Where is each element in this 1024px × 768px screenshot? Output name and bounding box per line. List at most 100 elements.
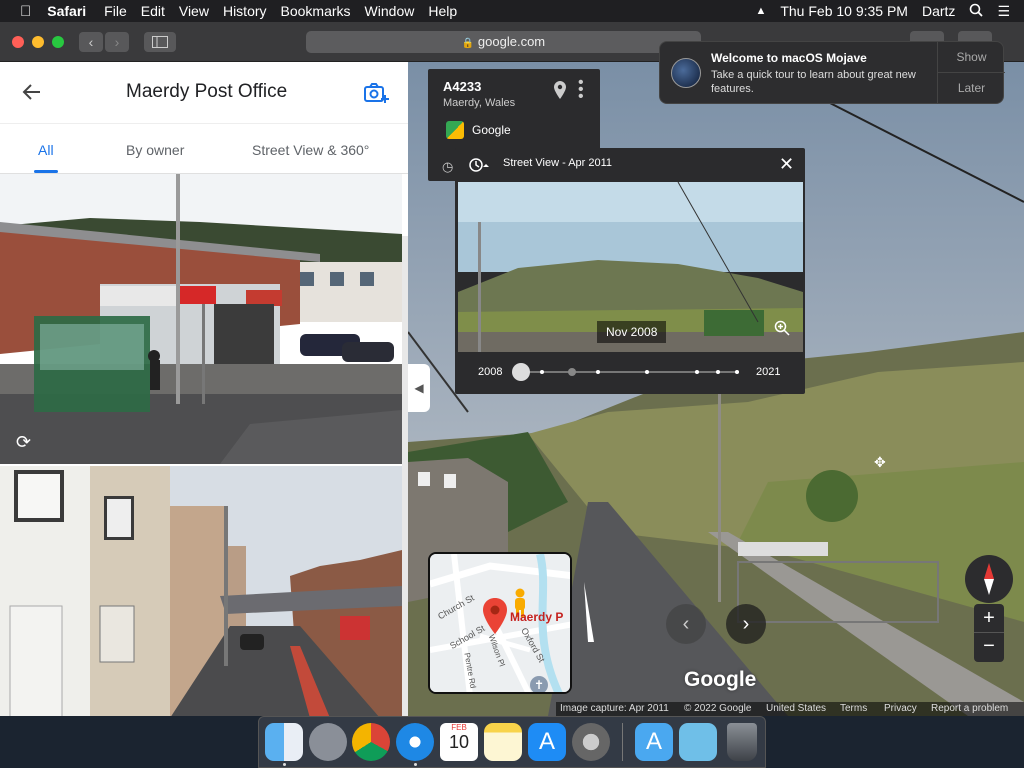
calendar-icon[interactable]: FEB 10 — [440, 723, 478, 761]
timeline-dot[interactable] — [695, 370, 699, 374]
previous-arrow-button[interactable]: ‹ — [666, 604, 706, 644]
downloads-folder-icon[interactable] — [679, 723, 717, 761]
google-logo: Google — [684, 668, 757, 691]
map-pin-icon — [482, 598, 508, 639]
launchpad-icon[interactable] — [309, 723, 347, 761]
zoom-preview-icon[interactable] — [774, 320, 790, 341]
timeline-slider-handle[interactable] — [512, 363, 530, 381]
eject-icon[interactable]: ▲ — [755, 5, 766, 17]
street-view-history-panel: Street View - Apr 2011 ✕ Nov 2008 2008 2… — [455, 148, 805, 394]
url-text: google.com — [477, 34, 546, 49]
menu-user[interactable]: Dartz — [922, 3, 955, 19]
report-problem-link[interactable]: Report a problem — [931, 703, 1008, 714]
lock-icon: 🔒 — [461, 38, 475, 49]
zoom-out-button[interactable]: − — [974, 633, 1004, 662]
menu-clock[interactable]: Thu Feb 10 9:35 PM — [780, 3, 908, 19]
menu-app-name[interactable]: Safari — [47, 3, 86, 19]
copyright-text: © 2022 Google — [684, 703, 752, 714]
applications-folder-icon[interactable]: A — [635, 723, 673, 761]
mojave-icon — [671, 58, 701, 88]
history-clock-icon[interactable] — [469, 158, 489, 177]
menu-history[interactable]: History — [223, 3, 267, 19]
active-tab-indicator — [34, 170, 58, 173]
timeline-dot[interactable] — [735, 370, 739, 374]
notes-icon[interactable] — [484, 723, 522, 761]
source-label: Google — [472, 123, 511, 137]
menu-bookmarks[interactable]: Bookmarks — [281, 3, 351, 19]
safari-icon[interactable] — [396, 723, 434, 761]
timeline-dot[interactable] — [716, 370, 720, 374]
preview-date-label: Nov 2008 — [597, 321, 667, 343]
calendar-month: FEB — [451, 723, 467, 732]
tab-by-owner[interactable]: By owner — [126, 142, 184, 158]
app-store-icon[interactable]: A — [528, 723, 566, 761]
history-icon-small[interactable]: ◷ — [442, 159, 453, 175]
tab-street-view[interactable]: Street View & 360° — [252, 142, 369, 158]
collapse-panel-button[interactable]: ◀ — [408, 364, 430, 412]
menu-file[interactable]: File — [104, 3, 127, 19]
notification-body: Take a quick tour to learn about great n… — [711, 69, 916, 95]
menu-view[interactable]: View — [179, 3, 209, 19]
minimap-place-label: Maerdy P — [510, 610, 564, 624]
minimap[interactable]: Church St School St Wilson Pl Oxford St … — [428, 552, 572, 694]
zoom-controls: + − — [974, 604, 1004, 662]
privacy-link[interactable]: Privacy — [884, 703, 917, 714]
menu-bar:  Safari File Edit View History Bookmark… — [0, 0, 1024, 22]
timeline-dot[interactable] — [596, 370, 600, 374]
more-options-icon[interactable]: • • • — [578, 75, 584, 105]
timeline-start-year: 2008 — [478, 366, 503, 378]
history-preview-image[interactable]: Nov 2008 — [458, 182, 803, 352]
notification-center-icon[interactable]: ☰ — [997, 3, 1010, 20]
move-cursor-icon: ✥ — [874, 454, 886, 470]
notification-title: Welcome to macOS Mojave — [711, 51, 867, 65]
photo-street[interactable] — [0, 466, 402, 716]
add-photo-icon[interactable] — [363, 81, 389, 110]
trash-icon[interactable] — [727, 723, 757, 761]
back-button[interactable]: ‹ — [79, 32, 103, 52]
minimize-window-button[interactable] — [32, 36, 44, 48]
map-footer: Image capture: Apr 2011 © 2022 Google Un… — [556, 702, 1024, 716]
photo-tabs: All By owner Street View & 360° — [0, 124, 408, 174]
timeline-dot[interactable] — [568, 368, 576, 376]
zoom-window-button[interactable] — [52, 36, 64, 48]
apple-icon[interactable]:  — [20, 3, 31, 20]
timeline-end-year: 2021 — [756, 366, 781, 378]
history-header: Street View - Apr 2011 — [503, 157, 613, 169]
compass-button[interactable] — [965, 555, 1013, 603]
photo-post-office[interactable]: ⟳ — [0, 174, 402, 464]
running-indicator — [283, 763, 286, 766]
menu-help[interactable]: Help — [428, 3, 457, 19]
close-icon[interactable]: ✕ — [779, 154, 794, 175]
road-name: A4233 — [443, 79, 482, 94]
finder-icon[interactable] — [265, 723, 303, 761]
terms-link[interactable]: Terms — [840, 703, 867, 714]
menu-edit[interactable]: Edit — [141, 3, 165, 19]
calendar-day: 10 — [448, 732, 470, 752]
notification-later-button[interactable]: Later — [937, 73, 1005, 104]
chrome-icon[interactable] — [352, 723, 390, 761]
macos-notification[interactable]: Welcome to macOS Mojave Take a quick tou… — [659, 41, 1005, 104]
timeline-dot[interactable] — [645, 370, 649, 374]
menu-window[interactable]: Window — [365, 3, 415, 19]
rotate-360-icon: ⟳ — [16, 432, 32, 452]
country-link[interactable]: United States — [766, 703, 826, 714]
spotlight-icon[interactable] — [969, 3, 984, 20]
close-window-button[interactable] — [12, 36, 24, 48]
system-preferences-icon[interactable] — [572, 723, 610, 761]
back-arrow-icon[interactable] — [22, 82, 42, 107]
zoom-in-button[interactable]: + — [974, 604, 1004, 633]
timeline-track[interactable] — [517, 371, 739, 373]
photos-panel: Maerdy Post Office All By owner Street V… — [0, 62, 408, 716]
sidebar-toggle-button[interactable] — [144, 32, 176, 52]
forward-button[interactable]: › — [105, 32, 129, 52]
tab-all[interactable]: All — [38, 142, 54, 158]
timeline-dot[interactable] — [540, 370, 544, 374]
image-capture-date: Image capture: Apr 2011 — [560, 703, 669, 714]
next-arrow-button[interactable]: › — [726, 604, 766, 644]
location-pin-icon[interactable] — [554, 81, 566, 104]
address-bar[interactable]: 🔒 google.com — [306, 31, 701, 53]
dock: FEB 10 A A — [258, 716, 766, 768]
compass-small-icon[interactable]: ✝ — [530, 676, 548, 692]
notification-show-button[interactable]: Show — [937, 42, 1005, 73]
panel-header: Maerdy Post Office — [0, 62, 408, 124]
